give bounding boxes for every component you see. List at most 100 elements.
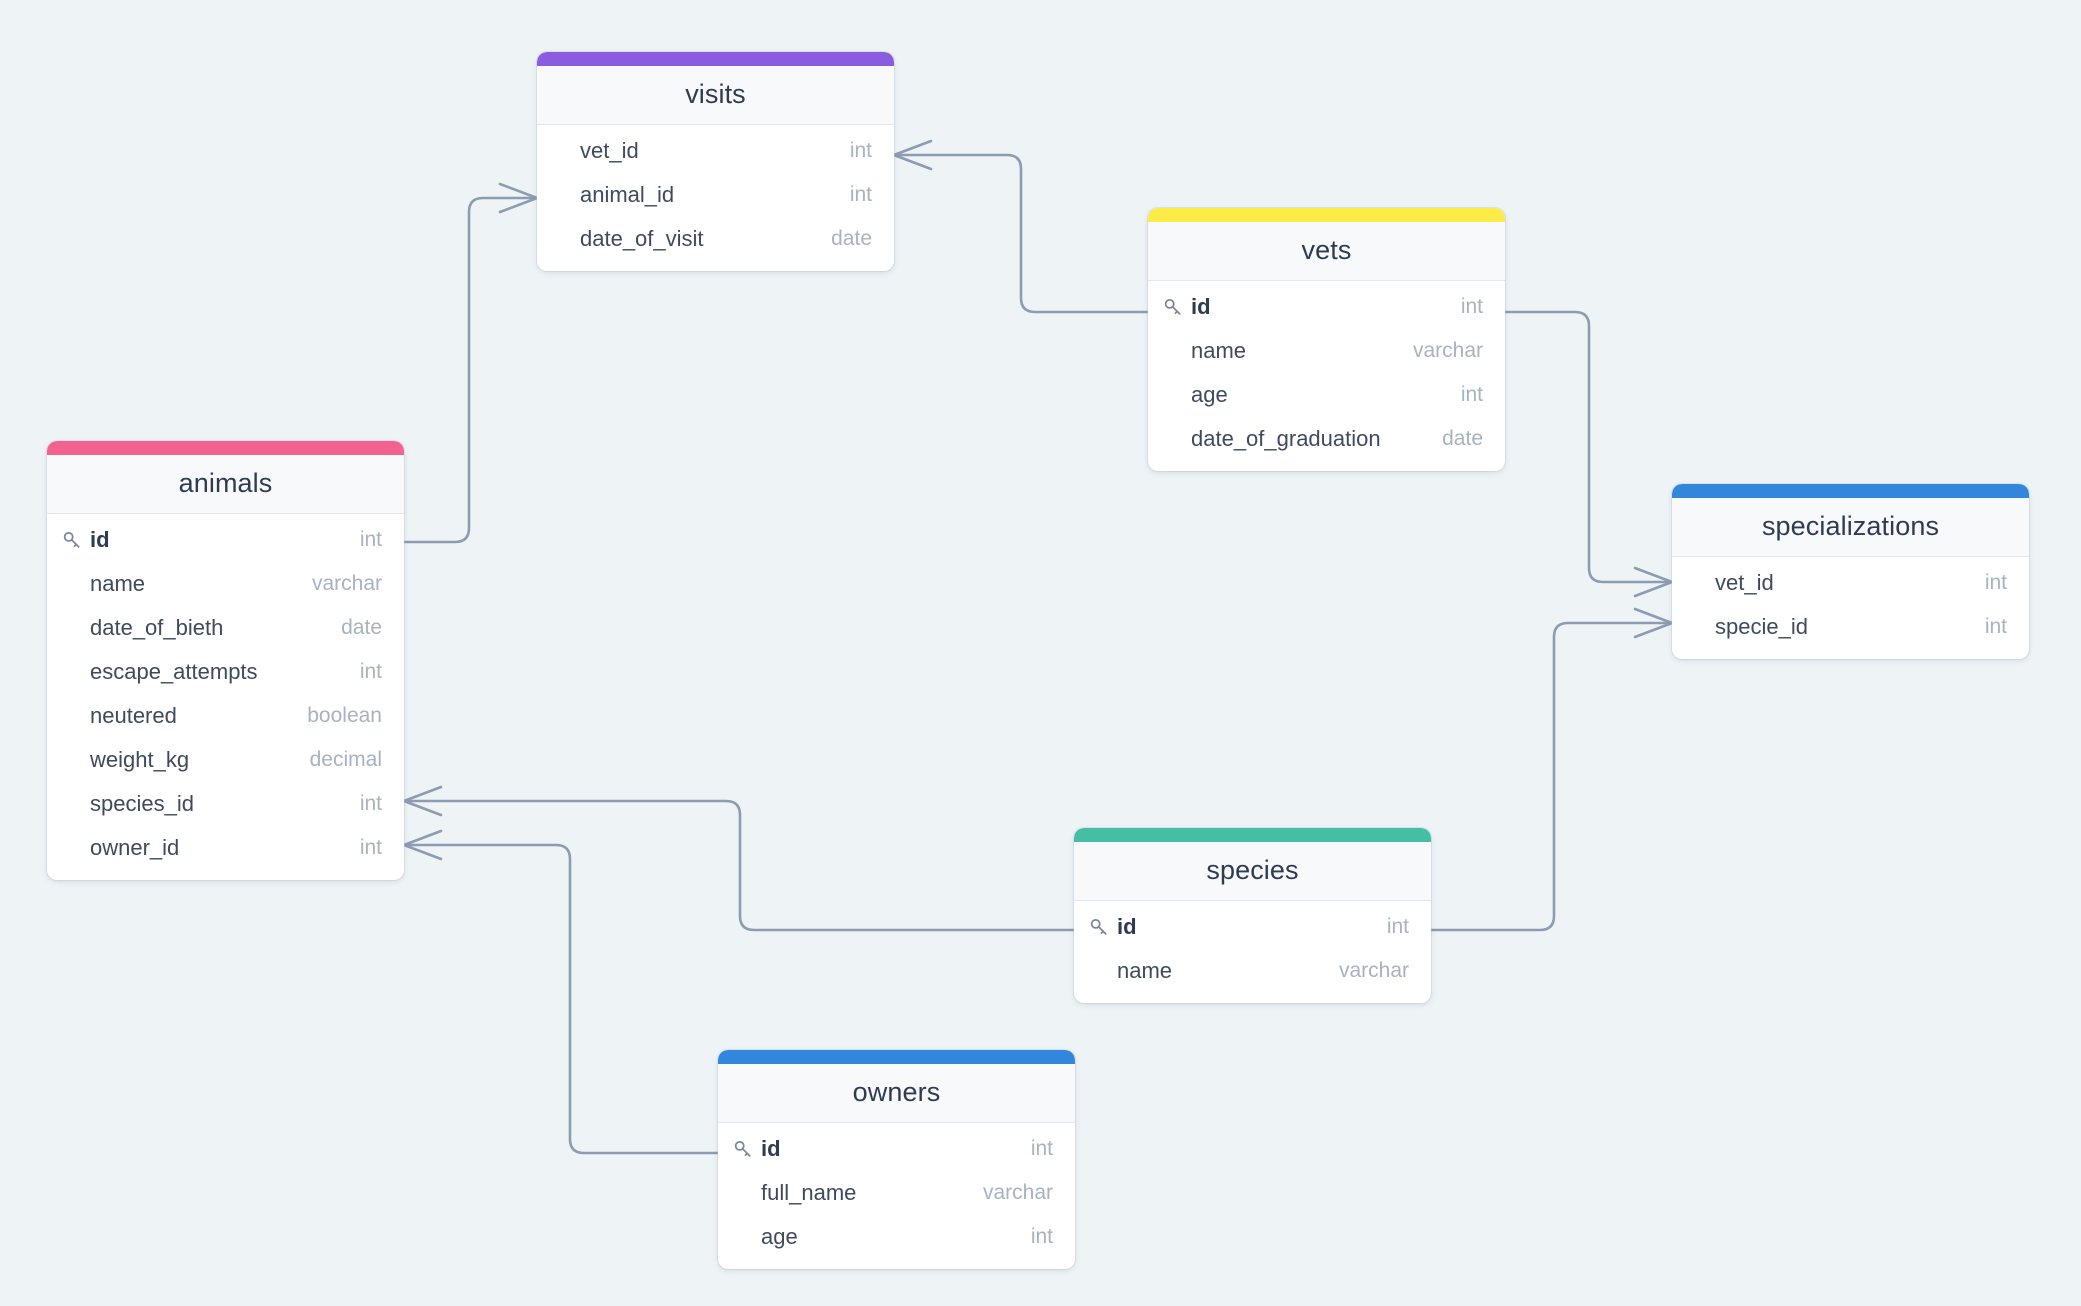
field-row-animals-name[interactable]: name varchar [47, 562, 404, 606]
field-type: int [1984, 615, 2007, 639]
field-type: int [1460, 383, 1483, 407]
field-row-animals-id[interactable]: id int [47, 518, 404, 562]
field-type: date [831, 227, 872, 251]
field-row-owners-full-name[interactable]: full_name varchar [718, 1171, 1075, 1215]
field-row-owners-age[interactable]: age int [718, 1215, 1075, 1259]
field-name: owner_id [90, 835, 180, 861]
table-node-visits[interactable]: visits vet_id int animal_id int date_of_… [537, 52, 894, 272]
field-row-owners-id[interactable]: id int [718, 1127, 1075, 1171]
field-name: vet_id [580, 138, 639, 164]
field-name: age [1191, 382, 1228, 408]
table-node-species[interactable]: species id int name varchar [1074, 828, 1431, 1004]
field-row-vets-age[interactable]: age int [1148, 373, 1505, 417]
edge-species-id-specializations-specie-id [1429, 621, 1674, 932]
accent-bar-specializations [1672, 484, 2029, 498]
field-name: vet_id [1715, 570, 1774, 596]
field-row-vets-date-of-graduation[interactable]: date_of_graduation date [1148, 417, 1505, 461]
field-left: animal_id [551, 182, 674, 208]
table-title-animals: animals [178, 468, 273, 498]
field-name: name [1191, 338, 1247, 364]
field-list-species: id int name varchar [1074, 901, 1431, 1003]
field-row-visits-animal-id[interactable]: animal_id int [537, 173, 894, 217]
field-type: varchar [1412, 339, 1483, 363]
field-type: varchar [1338, 959, 1409, 983]
erd-canvas[interactable]: visits vet_id int animal_id int date_of_… [0, 0, 2081, 1306]
table-title-vets: vets [1301, 235, 1352, 265]
field-name: animal_id [580, 182, 675, 208]
field-list-vets: id int name varchar age int date_of_grad… [1148, 281, 1505, 471]
table-header-owners: owners [718, 1064, 1075, 1124]
field-row-vets-name[interactable]: name varchar [1148, 329, 1505, 373]
field-row-specializations-vet-id[interactable]: vet_id int [1672, 561, 2029, 605]
field-type: boolean [307, 704, 382, 728]
field-type: int [1460, 295, 1483, 319]
field-row-specializations-specie-id[interactable]: specie_id int [1672, 605, 2029, 649]
field-name: id [90, 527, 110, 553]
field-left: id [1088, 914, 1137, 940]
field-name: id [761, 1136, 781, 1162]
field-left: species_id [61, 791, 194, 817]
field-left: age [732, 1224, 798, 1250]
field-name: neutered [90, 703, 177, 729]
crowfoot-animals-owner-id [402, 829, 443, 861]
field-list-owners: id int full_name varchar age int [718, 1123, 1075, 1269]
field-type: date [341, 616, 382, 640]
field-name: escape_attempts [90, 659, 258, 685]
table-node-specializations[interactable]: specializations vet_id int specie_id int [1672, 484, 2029, 660]
crowfoot-specializations-specie-id [1633, 607, 1674, 639]
field-left: id [61, 527, 110, 553]
field-name: name [1117, 958, 1173, 984]
field-row-visits-date-of-visit[interactable]: date_of_visit date [537, 217, 894, 261]
field-left: vet_id [551, 138, 639, 164]
field-left: full_name [732, 1180, 856, 1206]
accent-bar-species [1074, 828, 1431, 842]
edge-animals-owner-id-owners-id [402, 843, 720, 1155]
field-left: date_of_visit [551, 226, 704, 252]
crowfoot-visits-vet-id [892, 139, 933, 171]
field-row-animals-escape-attempts[interactable]: escape_attempts int [47, 650, 404, 694]
table-title-visits: visits [685, 79, 746, 109]
field-left: name [1088, 958, 1172, 984]
field-name: weight_kg [90, 747, 190, 773]
field-left: neutered [61, 703, 177, 729]
field-type: int [1030, 1225, 1053, 1249]
field-row-vets-id[interactable]: id int [1148, 285, 1505, 329]
field-type: varchar [311, 572, 382, 596]
table-node-animals[interactable]: animals id int name varchar date_of_biet… [47, 441, 404, 881]
crowfoot-specializations-vet-id [1633, 566, 1674, 598]
field-row-animals-owner-id[interactable]: owner_id int [47, 826, 404, 870]
accent-bar-visits [537, 52, 894, 66]
field-left: weight_kg [61, 747, 189, 773]
table-header-visits: visits [537, 66, 894, 126]
field-row-visits-vet-id[interactable]: vet_id int [537, 129, 894, 173]
table-header-species: species [1074, 842, 1431, 902]
primary-key-icon [63, 532, 80, 549]
field-name: date_of_bieth [90, 615, 224, 641]
field-list-visits: vet_id int animal_id int date_of_visit d… [537, 125, 894, 271]
field-row-animals-neutered[interactable]: neutered boolean [47, 694, 404, 738]
field-type: int [359, 792, 382, 816]
field-row-animals-weight-kg[interactable]: weight_kg decimal [47, 738, 404, 782]
table-header-specializations: specializations [1672, 498, 2029, 558]
field-left: specie_id [1686, 614, 1808, 640]
table-header-animals: animals [47, 455, 404, 515]
field-row-animals-date-of-bieth[interactable]: date_of_bieth date [47, 606, 404, 650]
field-row-species-name[interactable]: name varchar [1074, 949, 1431, 993]
field-name: name [90, 571, 146, 597]
table-node-vets[interactable]: vets id int name varchar age int date_of… [1148, 208, 1505, 472]
field-name: date_of_visit [580, 226, 704, 252]
field-name: date_of_graduation [1191, 426, 1381, 452]
field-row-species-id[interactable]: id int [1074, 905, 1431, 949]
field-row-animals-species-id[interactable]: species_id int [47, 782, 404, 826]
table-node-owners[interactable]: owners id int full_name varchar age int [718, 1050, 1075, 1270]
accent-bar-owners [718, 1050, 1075, 1064]
edge-visits-vet-id-vets-id [892, 153, 1150, 314]
field-left: age [1162, 382, 1228, 408]
crowfoot-visits-animal-id [498, 182, 539, 214]
accent-bar-animals [47, 441, 404, 455]
table-title-owners: owners [852, 1077, 941, 1107]
edge-animals-species-id-species-id [402, 799, 1076, 932]
field-type: varchar [982, 1181, 1053, 1205]
accent-bar-vets [1148, 208, 1505, 222]
field-type: decimal [309, 748, 382, 772]
